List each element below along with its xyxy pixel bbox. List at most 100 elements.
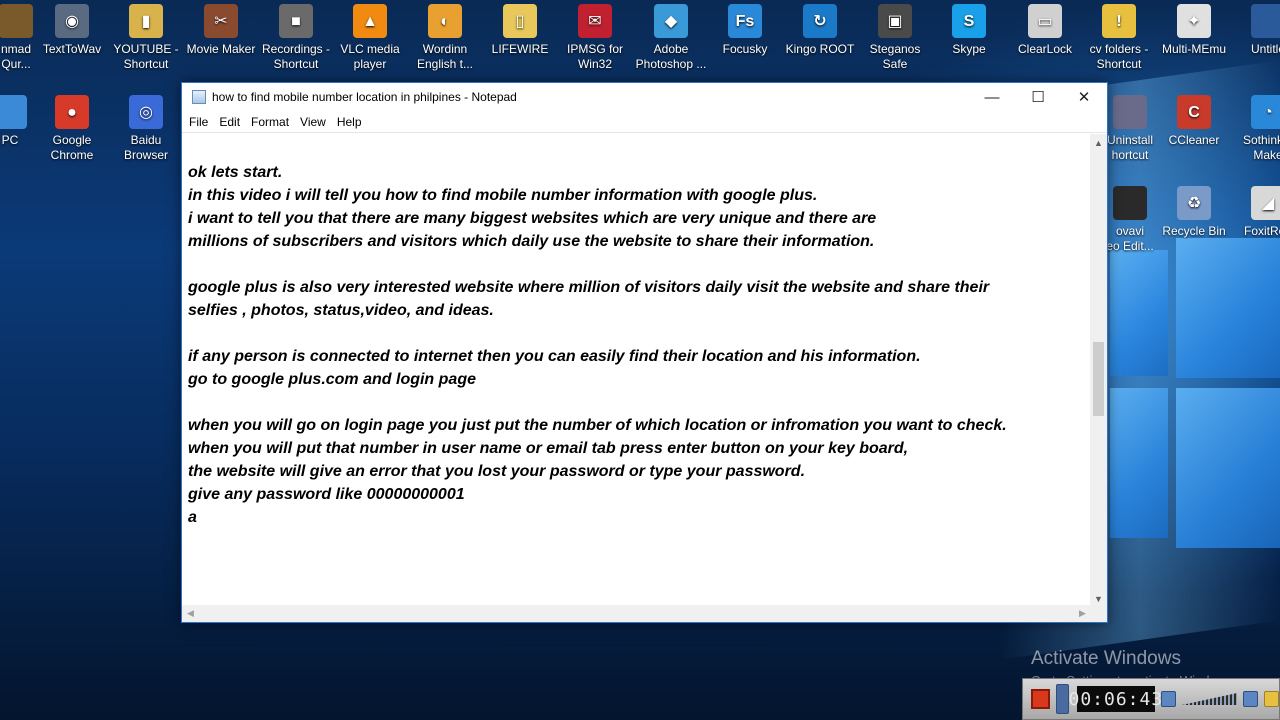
desktop-icon-skype[interactable]: S Skype	[931, 4, 1007, 57]
desktop-icon-label: Focusky	[722, 42, 768, 56]
ovavi-eo-edit-icon	[1113, 186, 1147, 220]
ccleaner-icon: C	[1177, 95, 1211, 129]
vertical-scrollbar[interactable]: ▲ ▼	[1090, 134, 1107, 607]
folder-icon[interactable]	[1264, 691, 1279, 707]
desktop-icon-lifewire[interactable]: ▯ LIFEWIRE	[482, 4, 558, 57]
wordinn-english-t-icon: ◐	[428, 4, 462, 38]
desktop-icon-label: Kingo ROOT	[785, 42, 855, 56]
wallpaper-logo-pane	[1110, 388, 1168, 538]
desktop-icon-label: FoxitRea	[1243, 224, 1280, 238]
desktop-icon-ipmsg-for-win32[interactable]: ✉ IPMSG for Win32	[557, 4, 633, 72]
recording-timer: 00:06:43	[1069, 686, 1162, 712]
text-editor-area[interactable]: ok lets start. in this video i will tell …	[182, 134, 1091, 607]
desktop-icon-label: TextToWav	[42, 42, 102, 56]
desktop-icon-google-chrome[interactable]: ● Google Chrome	[34, 95, 110, 163]
ipmsg-for-win32-icon: ✉	[578, 4, 612, 38]
maximize-icon: ☐	[1031, 89, 1045, 106]
text-line: ok lets start.	[188, 164, 283, 181]
desktop-icon-cv-folders-shortcut[interactable]: ! cv folders - Shortcut	[1081, 4, 1157, 72]
scroll-up-icon[interactable]: ▲	[1090, 134, 1107, 151]
text-line: go to google plus.com and login page	[188, 371, 476, 388]
scroll-thumb[interactable]	[1093, 342, 1104, 416]
scroll-left-icon[interactable]: ◀	[182, 605, 199, 622]
google-chrome-icon: ●	[55, 95, 89, 129]
menu-edit[interactable]: Edit	[214, 115, 246, 129]
desktop-icon-movie-maker[interactable]: ✂ Movie Maker	[183, 4, 259, 57]
text-line: when you will go on login page you just …	[188, 417, 1007, 434]
desktop-icon-label: Recycle Bin	[1162, 224, 1226, 238]
desktop-icon-label: Multi-MEmu	[1161, 42, 1226, 56]
text-line: google plus is also very interested webs…	[188, 279, 990, 296]
nmad-qur-icon	[0, 4, 33, 38]
text-line: in this video i will tell you how to fin…	[188, 187, 818, 204]
desktop-icon-youtube-shortcut[interactable]: ▮ YOUTUBE - Shortcut	[108, 4, 184, 72]
text-line: give any password like 00000000001	[188, 486, 465, 503]
menu-help[interactable]: Help	[332, 115, 368, 129]
desktop-icon-label: Sothink L Make	[1242, 133, 1280, 162]
desktop-icon-label: Google Chrome	[50, 133, 94, 162]
desktop-icon-recycle-bin[interactable]: ♻ Recycle Bin	[1156, 186, 1232, 239]
desktop-icon-vlc-media-player[interactable]: ▲ VLC media player	[332, 4, 408, 72]
desktop-icon-wordinn-english-t[interactable]: ◐ Wordinn English t...	[407, 4, 483, 72]
desktop-icon-untitle[interactable]: Untitle	[1230, 4, 1280, 57]
desktop-icon-label: Movie Maker	[186, 42, 256, 56]
desktop-icon-sothink-l-make[interactable]: ◔ Sothink L Make	[1230, 95, 1280, 163]
sothink-l-make-icon: ◔	[1251, 95, 1280, 129]
desktop-icon-recordings-shortcut[interactable]: ■ Recordings - Shortcut	[258, 4, 334, 72]
movie-maker-icon: ✂	[204, 4, 238, 38]
title-bar[interactable]: how to find mobile number location in ph…	[182, 83, 1107, 111]
pc-icon	[0, 95, 27, 129]
record-stop-button[interactable]	[1031, 689, 1050, 709]
uninstall-hortcut-icon	[1113, 95, 1147, 129]
baidu-browser-icon: ◎	[129, 95, 163, 129]
speaker-icon[interactable]	[1160, 691, 1176, 707]
recycle-bin-icon: ♻	[1177, 186, 1211, 220]
desktop-icon-clearlock[interactable]: ▭ ClearLock	[1007, 4, 1083, 57]
maximize-button[interactable]: ☐	[1015, 83, 1061, 111]
scroll-right-icon[interactable]: ▶	[1074, 605, 1091, 622]
cv-folders-shortcut-icon: !	[1102, 4, 1136, 38]
recordings-shortcut-icon: ■	[279, 4, 313, 38]
skype-icon: S	[952, 4, 986, 38]
desktop-icon-label: VLC media player	[340, 42, 400, 71]
scrollbar-corner	[1090, 605, 1107, 622]
volume-level[interactable]	[1181, 693, 1238, 705]
desktop-icon-label: Adobe Photoshop ...	[635, 42, 707, 71]
clearlock-icon: ▭	[1028, 4, 1062, 38]
desktop-icon-label: ClearLock	[1017, 42, 1073, 56]
desktop-icon-focusky[interactable]: Fs Focusky	[707, 4, 783, 57]
menu-view[interactable]: View	[295, 115, 332, 129]
adobe-photoshop-icon: ◆	[654, 4, 688, 38]
desktop-icon-kingo-root[interactable]: ↻ Kingo ROOT	[782, 4, 858, 57]
kingo-root-icon: ↻	[803, 4, 837, 38]
desktop-icon-adobe-photoshop[interactable]: ◆ Adobe Photoshop ...	[633, 4, 709, 72]
notepad-window[interactable]: how to find mobile number location in ph…	[181, 82, 1108, 623]
minimize-icon: —	[984, 88, 1000, 106]
desktop-icon-baidu-browser[interactable]: ◎ Baidu Browser	[108, 95, 184, 163]
desktop-icon-label: Steganos Safe	[869, 42, 921, 71]
desktop-icon-foxitrea[interactable]: ◢ FoxitRea	[1230, 186, 1280, 239]
desktop-icon-label: YOUTUBE - Shortcut	[113, 42, 179, 71]
text-line	[188, 391, 1091, 414]
minimize-button[interactable]: —	[969, 83, 1015, 111]
notepad-icon	[192, 90, 206, 104]
horizontal-scrollbar[interactable]: ◀ ▶	[182, 605, 1091, 622]
camera-icon[interactable]	[1243, 691, 1259, 707]
desktop-icon-texttowav[interactable]: ◉ TextToWav	[34, 4, 110, 57]
desktop-icon-label: Untitle	[1250, 42, 1280, 56]
focusky-icon: Fs	[728, 4, 762, 38]
menu-file[interactable]: File	[184, 115, 214, 129]
desktop-icon-ccleaner[interactable]: C CCleaner	[1156, 95, 1232, 148]
menu-bar: File Edit Format View Help	[182, 111, 1107, 133]
text-line: i want to tell you that there are many b…	[188, 210, 877, 227]
desktop-icon-multi-memu[interactable]: ✦ Multi-MEmu	[1156, 4, 1232, 57]
youtube-shortcut-icon: ▮	[129, 4, 163, 38]
desktop-icon-steganos-safe[interactable]: ▣ Steganos Safe	[857, 4, 933, 72]
foxitrea-icon: ◢	[1251, 186, 1280, 220]
close-button[interactable]: ✕	[1061, 83, 1107, 111]
screen-recorder-toolbar[interactable]: 00:06:43	[1022, 678, 1280, 720]
menu-format[interactable]: Format	[246, 115, 295, 129]
text-line: millions of subscribers and visitors whi…	[188, 233, 875, 250]
desktop-icon-label: cv folders - Shortcut	[1089, 42, 1149, 71]
lifewire-icon: ▯	[503, 4, 537, 38]
